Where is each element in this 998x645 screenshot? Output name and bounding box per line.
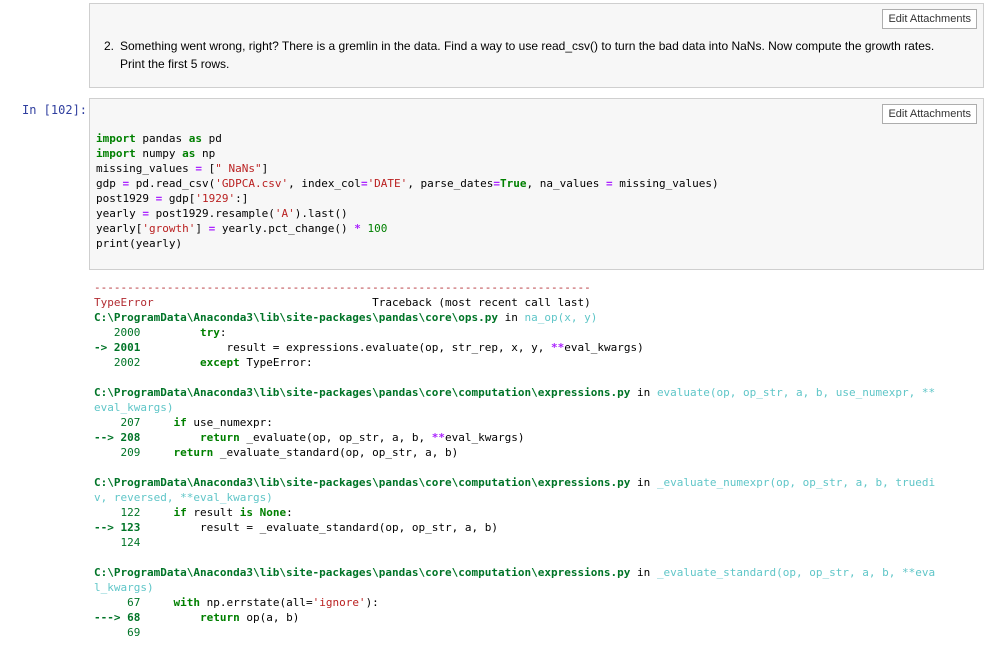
error-type: TypeError	[94, 296, 154, 309]
frame-path-2: C:\ProgramData\Anaconda3\lib\site-packag…	[94, 386, 631, 399]
frame-func-2: evaluate(op, op_str, a, b, use_numexpr, …	[656, 386, 936, 399]
markdown-cell[interactable]: Edit Attachments 2. Something went wrong,…	[89, 3, 984, 88]
traceback-header: Traceback (most recent call last)	[372, 296, 591, 309]
markdown-text: 2. Something went wrong, right? There is …	[104, 37, 974, 73]
frame-path-3: C:\ProgramData\Anaconda3\lib\site-packag…	[94, 476, 631, 489]
instruction-line-2: Print the first 5 rows.	[120, 57, 230, 71]
code-cell[interactable]: Edit Attachments import pandas as pd imp…	[89, 98, 984, 270]
frame-func-4: _evaluate_standard(op, op_str, a, b, **e…	[656, 566, 936, 579]
code-editor[interactable]: import pandas as pd import numpy as np m…	[96, 131, 719, 251]
edit-attachments-button[interactable]: Edit Attachments	[882, 104, 977, 124]
frame-func-4-cont: l_kwargs)	[94, 581, 154, 594]
frame-path-4: C:\ProgramData\Anaconda3\lib\site-packag…	[94, 566, 631, 579]
traceback-output: ----------------------------------------…	[94, 281, 936, 639]
frame-func-2-cont: eval_kwargs)	[94, 401, 174, 414]
traceback-separator: ----------------------------------------…	[94, 281, 591, 294]
edit-attachments-button[interactable]: Edit Attachments	[882, 9, 977, 29]
frame-func-1: na_op(x, y)	[524, 311, 598, 324]
frame-func-3: _evaluate_numexpr(op, op_str, a, b, true…	[656, 476, 936, 489]
input-prompt: In [102]:	[22, 103, 88, 117]
list-number: 2.	[104, 39, 115, 53]
frame-path-1: C:\ProgramData\Anaconda3\lib\site-packag…	[94, 311, 498, 324]
instruction-line-1: Something went wrong, right? There is a …	[120, 39, 935, 53]
frame-func-3-cont: v, reversed, **eval_kwargs)	[94, 491, 273, 504]
